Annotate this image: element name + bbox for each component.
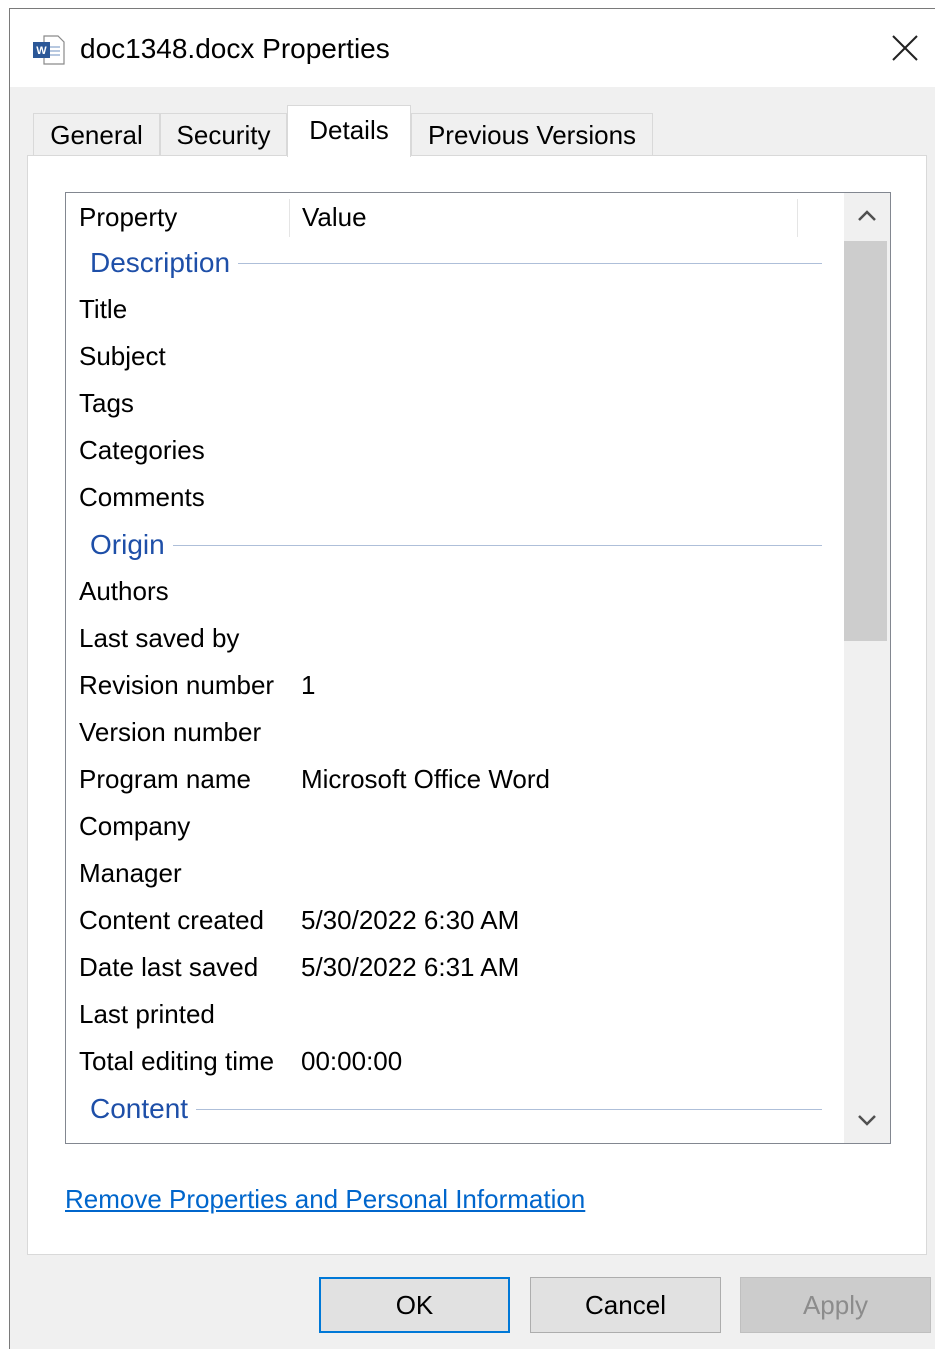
group-header-description[interactable]: Description: [66, 239, 842, 286]
vertical-scrollbar[interactable]: [844, 193, 890, 1143]
list-item[interactable]: Date last saved 5/30/2022 6:31 AM: [66, 944, 842, 991]
group-header-content[interactable]: Content: [66, 1085, 842, 1132]
group-label: Content: [90, 1085, 197, 1132]
tab-general[interactable]: General: [33, 113, 160, 157]
scroll-up-icon[interactable]: [844, 193, 890, 239]
list-rows: Description Title Subject Tags Categorie…: [66, 239, 842, 1132]
remove-properties-link[interactable]: Remove Properties and Personal Informati…: [65, 1182, 585, 1216]
list-item[interactable]: Comments: [66, 474, 842, 521]
details-panel: Property Value Description Title Subject…: [27, 155, 927, 1255]
column-divider[interactable]: [797, 199, 798, 237]
tab-details[interactable]: Details: [287, 105, 411, 157]
list-item[interactable]: Manager: [66, 850, 842, 897]
list-item[interactable]: Total editing time 00:00:00: [66, 1038, 842, 1085]
group-header-origin[interactable]: Origin: [66, 521, 842, 568]
property-name: Subject: [79, 341, 166, 371]
property-name: Categories: [79, 435, 205, 465]
property-name: Version number: [79, 717, 262, 747]
list-item[interactable]: Content created 5/30/2022 6:30 AM: [66, 897, 842, 944]
word-document-icon: W: [33, 35, 65, 65]
list-item[interactable]: Last printed: [66, 991, 842, 1038]
property-name: Date last saved: [79, 952, 259, 982]
group-divider: [90, 1109, 822, 1110]
scrollbar-thumb[interactable]: [844, 241, 887, 641]
property-name: Tags: [79, 388, 134, 418]
list-item[interactable]: Title: [66, 286, 842, 333]
list-item[interactable]: Subject: [66, 333, 842, 380]
list-item[interactable]: Company: [66, 803, 842, 850]
column-header-property[interactable]: Property: [66, 193, 289, 241]
title-bar: W doc1348.docx Properties: [10, 9, 935, 87]
group-label: Origin: [90, 521, 173, 568]
property-value: 00:00:00: [301, 1046, 403, 1076]
apply-button[interactable]: Apply: [740, 1277, 931, 1333]
property-value: 5/30/2022 6:30 AM: [301, 905, 520, 935]
column-header-value[interactable]: Value: [289, 193, 797, 241]
property-value: 1: [301, 670, 316, 700]
property-name: Program name: [79, 764, 251, 794]
property-name: Revision number: [79, 670, 275, 700]
list-header: Property Value: [66, 193, 842, 241]
property-name: Company: [79, 811, 191, 841]
properties-dialog: W doc1348.docx Properties General Securi…: [9, 8, 935, 1349]
ok-button[interactable]: OK: [319, 1277, 510, 1333]
property-value: Microsoft Office Word: [301, 764, 550, 794]
list-item[interactable]: Program name Microsoft Office Word: [66, 756, 842, 803]
property-name: Authors: [79, 576, 169, 606]
group-label: Description: [90, 239, 239, 286]
list-item[interactable]: Last saved by: [66, 615, 842, 662]
cancel-button[interactable]: Cancel: [530, 1277, 721, 1333]
property-name: Title: [79, 294, 128, 324]
close-icon[interactable]: [880, 23, 930, 73]
list-item[interactable]: Authors: [66, 568, 842, 615]
property-name: Total editing time: [79, 1046, 275, 1076]
property-name: Content created: [79, 905, 265, 935]
group-divider: [90, 545, 822, 546]
svg-text:W: W: [36, 45, 47, 57]
property-name: Manager: [79, 858, 182, 888]
dialog-title: doc1348.docx Properties: [80, 33, 390, 64]
tab-previous-versions[interactable]: Previous Versions: [411, 113, 653, 157]
tab-security[interactable]: Security: [160, 113, 287, 157]
property-name: Last saved by: [79, 623, 240, 653]
list-item[interactable]: Tags: [66, 380, 842, 427]
list-item[interactable]: Version number: [66, 709, 842, 756]
property-name: Comments: [79, 482, 205, 512]
property-name: Last printed: [79, 999, 215, 1029]
scroll-down-icon[interactable]: [844, 1097, 890, 1143]
property-value: 5/30/2022 6:31 AM: [301, 952, 520, 982]
list-item[interactable]: Categories: [66, 427, 842, 474]
properties-list[interactable]: Property Value Description Title Subject…: [65, 192, 891, 1144]
list-item[interactable]: Revision number 1: [66, 662, 842, 709]
